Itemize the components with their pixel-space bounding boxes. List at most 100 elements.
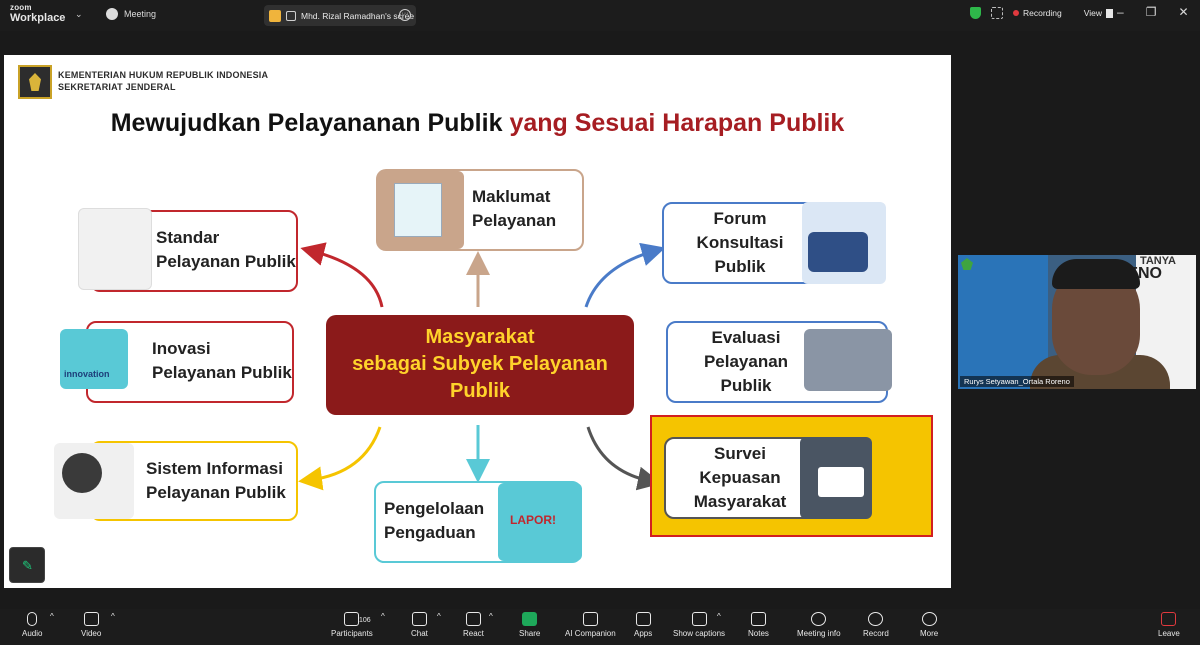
leave-label: Leave	[1158, 629, 1180, 638]
recording-indicator[interactable]: Recording	[1013, 8, 1062, 18]
ai-companion-button[interactable]: AI Companion	[565, 612, 616, 638]
more-label: More	[920, 629, 939, 638]
chat-options-caret[interactable]: ^	[437, 612, 441, 621]
microphone-muted-icon	[27, 612, 38, 626]
apps-label: Apps	[634, 629, 653, 638]
zoom-logo: zoom Workplace	[10, 4, 65, 24]
card-maklumat: Maklumat Pelayanan	[376, 169, 584, 251]
annotate-button[interactable]: ✎	[9, 547, 45, 583]
pengelolaan-text: Pengelolaan Pengaduan	[384, 497, 484, 545]
maklumat-text: Maklumat Pelayanan	[472, 185, 556, 233]
leave-icon	[1161, 612, 1177, 626]
lapor-logo-icon: LAPOR!	[498, 483, 582, 561]
sistem-line-2: Pelayanan Publik	[146, 483, 286, 502]
captions-options-caret[interactable]: ^	[717, 612, 721, 621]
video-button[interactable]: Video	[81, 612, 101, 638]
video-options-caret[interactable]: ^	[111, 612, 115, 621]
react-options-caret[interactable]: ^	[489, 612, 493, 621]
meeting-info-button[interactable]: Meeting info	[797, 612, 841, 638]
participant-name-label: Rurys Setyawan_Ortala Roreno	[960, 376, 1074, 387]
record-dot-icon	[1013, 10, 1019, 16]
toggle-view-icon[interactable]	[991, 7, 1003, 19]
survei-line-2: Kepuasan	[699, 468, 781, 487]
participants-options-caret[interactable]: ^	[381, 612, 385, 621]
minimize-button[interactable]: –	[1117, 5, 1124, 19]
participants-label: Participants	[331, 629, 373, 638]
view-button[interactable]: View	[1083, 8, 1114, 18]
security-shield-icon[interactable]	[970, 7, 981, 19]
inovasi-image-text: innovation	[64, 369, 110, 379]
card-evaluasi: Evaluasi Pelayanan Publik	[666, 321, 892, 403]
sistem-globe-illustration	[54, 443, 134, 519]
survei-illustration	[800, 437, 872, 519]
share-tab-label: Mhd. Rizal Ramadhan's scree	[301, 10, 415, 21]
standar-illustration	[78, 208, 152, 290]
meeting-tab[interactable]: Meeting	[106, 8, 156, 20]
sistem-line-1: Sistem Informasi	[146, 459, 283, 478]
audio-button[interactable]: Audio	[22, 612, 42, 638]
video-label: Video	[81, 629, 102, 638]
ai-companion-label: AI Companion	[565, 629, 616, 638]
chat-label: Chat	[411, 629, 428, 638]
share-screen-icon	[522, 612, 538, 626]
react-button[interactable]: React	[463, 612, 484, 638]
brand-top: zoom	[10, 3, 32, 12]
audio-options-caret[interactable]: ^	[50, 612, 54, 621]
inovasi-line-1: Inovasi	[152, 339, 211, 358]
forum-line-3: Publik	[714, 257, 766, 276]
maklumat-document-icon	[378, 171, 464, 249]
card-inovasi: innovation Inovasi Pelayanan Publik	[60, 321, 294, 403]
evaluasi-line-3: Publik	[720, 376, 772, 395]
maklumat-line-1: Maklumat	[472, 187, 551, 206]
pen-icon: ✎	[22, 558, 33, 573]
apps-button[interactable]: Apps	[634, 612, 652, 638]
standar-line-2: Pelayanan Publik	[156, 252, 296, 271]
view-label: View	[1083, 8, 1103, 18]
evaluasi-line-1: Evaluasi	[711, 328, 781, 347]
cc-icon	[691, 612, 707, 626]
audio-label: Audio	[22, 629, 43, 638]
chevron-down-icon[interactable]: ⌄	[75, 9, 83, 20]
notes-icon	[750, 612, 766, 626]
survei-text: Survei Kepuasan Masyarakat	[680, 442, 800, 514]
card-forum: Forum Konsultasi Publik	[662, 202, 886, 284]
record-icon	[868, 612, 884, 626]
survei-highlight-box: Survei Kepuasan Masyarakat	[650, 415, 933, 537]
participants-count: 106	[359, 617, 371, 624]
arrow-to-survei	[586, 426, 662, 491]
meeting-label: Meeting	[124, 9, 157, 19]
more-options-icon[interactable]: ···	[399, 9, 411, 21]
recording-label: Recording	[1023, 8, 1062, 18]
share-button[interactable]: Share	[519, 612, 540, 638]
share-label: Share	[519, 629, 541, 638]
react-label: React	[463, 629, 484, 638]
chat-button[interactable]: Chat	[411, 612, 428, 638]
record-button[interactable]: Record	[863, 612, 889, 638]
inovasi-text: Inovasi Pelayanan Publik	[152, 337, 292, 385]
card-survei: Survei Kepuasan Masyarakat	[664, 437, 872, 519]
screen-share-tab[interactable]: Mhd. Rizal Ramadhan's scree ···	[264, 5, 416, 26]
evaluasi-text: Evaluasi Pelayanan Publik	[692, 326, 800, 398]
maklumat-line-2: Pelayanan	[472, 211, 557, 230]
evaluasi-line-2: Pelayanan	[703, 352, 789, 371]
survei-line-1: Survei	[714, 444, 766, 463]
video-camera-icon	[83, 612, 99, 626]
forum-line-2: Konsultasi	[696, 233, 784, 252]
maximize-button[interactable]: ❐	[1146, 5, 1157, 19]
record-label: Record	[863, 629, 889, 638]
arrow-to-forum	[584, 242, 666, 308]
participants-button[interactable]: 106 Participants	[331, 612, 373, 638]
notes-button[interactable]: Notes	[748, 612, 769, 638]
inovasi-illustration: innovation	[60, 329, 128, 389]
more-button[interactable]: More	[920, 612, 938, 638]
meeting-info-label: Meeting info	[797, 629, 841, 638]
survei-line-3: Masyarakat	[693, 492, 787, 511]
center-line-3: Publik	[449, 380, 510, 402]
lapor-label: LAPOR!	[510, 513, 556, 527]
close-button[interactable]: ✕	[1178, 5, 1188, 19]
more-dots-icon	[921, 612, 937, 626]
leave-button[interactable]: Leave	[1158, 612, 1180, 638]
participant-video-tile[interactable]: TANYA ENO Rurys Setyawan_Ortala Roreno	[958, 255, 1196, 389]
show-captions-label: Show captions	[673, 629, 726, 638]
forum-line-1: Forum	[713, 209, 767, 228]
